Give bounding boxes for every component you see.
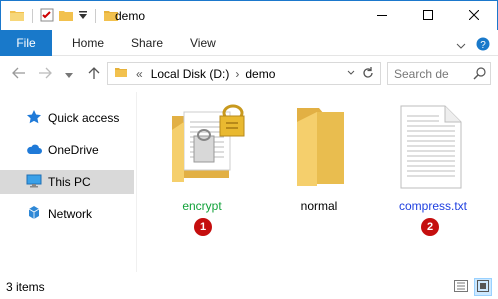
cloud-icon: [26, 143, 42, 158]
sidebar-item-label: This PC: [48, 175, 91, 189]
new-folder-icon[interactable]: [58, 8, 74, 25]
arrow-up-icon: [88, 66, 100, 83]
breadcrumb-local-disk[interactable]: Local Disk (D:): [151, 67, 230, 81]
back-button[interactable]: [10, 65, 28, 83]
status-bar: 3 items: [0, 275, 498, 299]
file-name: normal: [300, 199, 338, 213]
customize-toolbar-icon[interactable]: [78, 9, 88, 23]
ribbon: File Home Share View ?: [0, 30, 498, 56]
window-title: demo: [115, 9, 146, 23]
folder-icon[interactable]: [9, 8, 25, 25]
sidebar-item-label: Network: [48, 207, 93, 221]
details-view-icon: [454, 279, 468, 295]
sidebar-item-label: Quick access: [48, 111, 120, 125]
sidebar-item-label: OneDrive: [48, 143, 99, 157]
network-icon: [26, 205, 42, 224]
sidebar-item-quick-access[interactable]: Quick access: [0, 106, 134, 130]
search-placeholder: Search de: [394, 66, 449, 81]
folder-icon: [271, 96, 367, 192]
properties-icon[interactable]: [40, 8, 54, 25]
breadcrumb-separator[interactable]: ›: [235, 67, 239, 81]
search-input[interactable]: Search de: [387, 62, 491, 85]
folder-icon: [114, 65, 128, 82]
navigation-pane: Quick access OneDrive This PC Network: [0, 92, 134, 272]
file-name: encrypt: [182, 199, 222, 213]
ribbon-controls: ?: [456, 37, 490, 54]
chevron-down-icon[interactable]: [456, 39, 466, 53]
locked-folder-icon: [154, 96, 250, 192]
tab-home[interactable]: Home: [72, 30, 104, 56]
help-icon[interactable]: ?: [476, 37, 490, 54]
large-icons-view-button[interactable]: [474, 278, 492, 296]
file-name: compress.txt: [398, 199, 467, 213]
sidebar-item-onedrive[interactable]: OneDrive: [0, 138, 134, 162]
quick-access-toolbar: [9, 7, 119, 25]
close-icon: [468, 9, 480, 23]
breadcrumb-demo[interactable]: demo: [245, 67, 275, 81]
title-bar: demo: [0, 0, 498, 30]
sidebar-item-network[interactable]: Network: [0, 202, 134, 226]
minimize-icon: [377, 9, 387, 23]
overflow-chevron[interactable]: «: [136, 67, 143, 81]
svg-text:?: ?: [480, 40, 486, 51]
address-row: « Local Disk (D:) › demo Search de: [0, 57, 498, 91]
maximize-button[interactable]: [405, 1, 451, 31]
forward-button[interactable]: [36, 65, 54, 83]
divider: [32, 9, 33, 23]
arrow-left-icon: [12, 66, 26, 82]
tab-view[interactable]: View: [190, 30, 216, 56]
item-count: 3 items: [6, 280, 45, 294]
arrow-right-icon: [38, 66, 52, 82]
divider: [95, 9, 96, 23]
maximize-icon: [423, 9, 433, 23]
up-button[interactable]: [85, 65, 103, 83]
refresh-icon[interactable]: [361, 66, 375, 83]
chevron-down-icon: [65, 66, 73, 82]
chevron-down-icon[interactable]: [346, 67, 356, 82]
text-file-icon: [385, 96, 481, 192]
star-icon: [26, 109, 42, 128]
recent-locations-button[interactable]: [60, 65, 78, 83]
sidebar-item-this-pc[interactable]: This PC: [0, 170, 134, 194]
search-icon[interactable]: [473, 67, 486, 83]
large-icons-view-icon: [477, 279, 489, 295]
details-view-button[interactable]: [452, 278, 470, 296]
file-list: encrypt 1 normal compress.txt 2: [137, 92, 498, 272]
annotation-badge: 2: [421, 218, 439, 236]
close-button[interactable]: [451, 1, 497, 31]
address-bar[interactable]: « Local Disk (D:) › demo: [107, 62, 381, 85]
tab-share[interactable]: Share: [131, 30, 163, 56]
tab-file[interactable]: File: [0, 30, 52, 56]
computer-icon: [26, 174, 42, 191]
annotation-badge: 1: [194, 218, 212, 236]
minimize-button[interactable]: [359, 1, 405, 31]
